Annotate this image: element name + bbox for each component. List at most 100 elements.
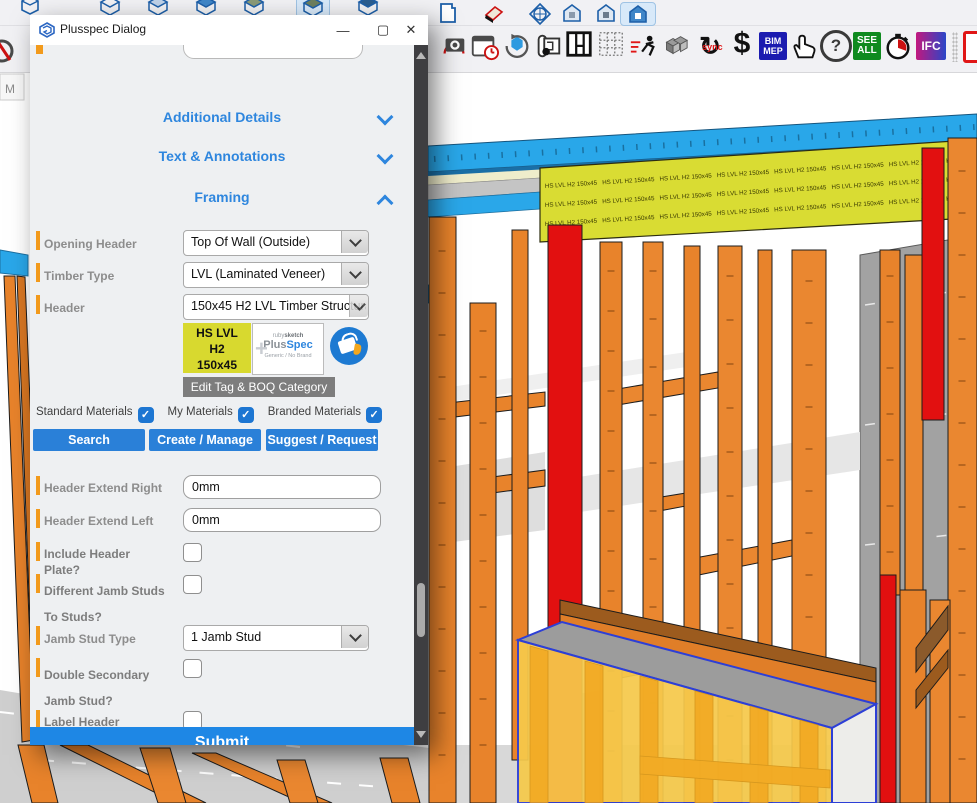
- section-tool-button[interactable]: [238, 0, 270, 16]
- sync-arrows-icon: ↻sync: [699, 31, 721, 62]
- shell-tool-button[interactable]: [590, 2, 622, 24]
- standard-materials-checkbox[interactable]: [138, 407, 154, 423]
- floorplan-icon: [533, 31, 563, 61]
- shell-tool-button[interactable]: [556, 2, 588, 24]
- document-icon: [436, 1, 460, 25]
- dialog-scrollbar[interactable]: [414, 45, 428, 745]
- section-additional-details[interactable]: Additional Details: [30, 109, 414, 129]
- chevron-down-icon[interactable]: [379, 152, 390, 163]
- close-button[interactable]: ✕: [394, 15, 428, 45]
- chevron-down-icon: [349, 295, 368, 317]
- snapshot-tool-button[interactable]: [438, 30, 470, 62]
- material-swatch[interactable]: HS LVL H2 150x45: [183, 323, 251, 373]
- section-framing[interactable]: Framing: [30, 189, 414, 209]
- select-value: 150x45 H2 LVL Timber Structural: [191, 299, 366, 313]
- double-secondary-jamb-checkbox[interactable]: [183, 659, 202, 678]
- section-tool-button[interactable]: [94, 0, 126, 16]
- jamb-stud-type-select[interactable]: 1 Jamb Stud: [183, 625, 369, 651]
- help-tool-button[interactable]: ?: [820, 30, 852, 62]
- bim-mep-tool-button[interactable]: BIMMEP: [757, 30, 789, 62]
- timer-tool-button[interactable]: [882, 30, 914, 62]
- grid-tool-button[interactable]: [595, 28, 627, 60]
- sync-label: sync: [702, 42, 723, 52]
- eraser-tool-button[interactable]: [478, 2, 510, 24]
- field-label: Different Jamb Studs To Studs?: [44, 578, 166, 630]
- field-accent-bar: [36, 574, 40, 593]
- chevron-down-icon: [341, 263, 368, 285]
- scroll-down-icon[interactable]: [416, 731, 426, 738]
- compass-icon: [528, 2, 552, 26]
- clipboard-tool-button[interactable]: [961, 31, 977, 63]
- orbit-model-tool-button[interactable]: [501, 30, 533, 62]
- chevron-down-icon: [341, 231, 368, 253]
- field-accent-bar: [36, 231, 40, 250]
- house-icon: [560, 1, 584, 25]
- include-header-plate-checkbox[interactable]: [183, 543, 202, 562]
- timber-type-select[interactable]: LVL (Laminated Veneer): [183, 262, 369, 288]
- camera-icon: [439, 31, 469, 61]
- header-extend-right-input[interactable]: [183, 475, 381, 499]
- see-all-tool-button[interactable]: SEEALL: [851, 30, 883, 62]
- field-accent-bar: [36, 476, 40, 495]
- suggest-request-button[interactable]: Suggest / Request: [266, 429, 378, 451]
- section-tool-button[interactable]: [190, 0, 222, 16]
- sync-tool-button[interactable]: ↻sync: [694, 30, 726, 62]
- speed-tool-button[interactable]: [628, 30, 660, 62]
- select-value: 1 Jamb Stud: [191, 630, 366, 644]
- solid-shape-tool-button[interactable]: [14, 0, 46, 16]
- header-select[interactable]: 150x45 H2 LVL Timber Structural: [183, 294, 369, 320]
- schedule-tool-button[interactable]: [468, 30, 500, 62]
- chevron-up-icon[interactable]: [379, 193, 390, 204]
- compass-tool-button[interactable]: [524, 3, 556, 25]
- field-row: Double Secondary Jamb Stud?: [30, 657, 414, 713]
- scrollbar-thumb[interactable]: [417, 583, 425, 637]
- see-all-icon: SEEALL: [853, 32, 881, 60]
- swatch-text: 150x45: [183, 357, 251, 373]
- paint-bucket-button[interactable]: [330, 327, 368, 365]
- assemblies-tool-button[interactable]: [658, 30, 690, 62]
- cost-tool-button[interactable]: $: [726, 28, 758, 60]
- stopwatch-icon: [883, 31, 913, 61]
- section-text-annotations[interactable]: Text & Annotations: [30, 148, 414, 168]
- minimize-button[interactable]: —: [326, 15, 360, 45]
- ifc-tool-button[interactable]: IFC: [915, 30, 947, 62]
- scrolled-input[interactable]: [183, 45, 363, 59]
- field-label: Double Secondary Jamb Stud?: [44, 662, 166, 714]
- shell-tool-button-active[interactable]: [620, 2, 656, 26]
- section-tool-button[interactable]: [142, 0, 174, 16]
- document-tool-button[interactable]: [432, 2, 464, 24]
- opening-header-select[interactable]: Top Of Wall (Outside): [183, 230, 369, 256]
- plusspec-dialog-window: Plusspec Dialog — ▢ ✕ Additional Details…: [30, 15, 428, 745]
- field-accent-bar: [36, 626, 40, 645]
- filter-standard-materials: Standard Materials: [36, 406, 154, 423]
- dialog-titlebar[interactable]: Plusspec Dialog — ▢ ✕: [30, 15, 428, 46]
- window-frame-tool-button[interactable]: [563, 28, 595, 60]
- edit-tag-boq-button[interactable]: Edit Tag & BOQ Category: [183, 377, 335, 397]
- section-label: Additional Details: [163, 109, 281, 125]
- scroll-up-icon[interactable]: [416, 52, 426, 59]
- select-tool-button[interactable]: [788, 30, 820, 62]
- section-tool-button[interactable]: [352, 0, 384, 16]
- field-label: Header: [44, 300, 166, 316]
- create-manage-button[interactable]: Create / Manage: [149, 429, 261, 451]
- my-materials-checkbox[interactable]: [238, 407, 254, 423]
- header-extend-left-input[interactable]: [183, 508, 381, 532]
- field-label: Header Extend Left: [44, 513, 166, 529]
- section-label: Text & Annotations: [159, 148, 286, 164]
- red-stud: [922, 148, 944, 420]
- settings-gear-icon-fragment[interactable]: [0, 38, 14, 64]
- plan-view-tool-button[interactable]: [532, 30, 564, 62]
- field-label: Header Extend Right: [44, 480, 166, 496]
- search-button[interactable]: Search: [33, 429, 145, 451]
- material-filters: Standard Materials My Materials Branded …: [36, 406, 408, 423]
- clipboard-icon: [963, 31, 977, 63]
- window-frame-icon: [564, 29, 594, 59]
- section-label: Framing: [194, 189, 249, 205]
- branded-materials-checkbox[interactable]: [366, 407, 382, 423]
- submit-button[interactable]: Submit: [30, 727, 414, 745]
- toolbar-grip: [952, 32, 958, 62]
- calendar-clock-icon: [469, 31, 499, 61]
- chevron-down-icon[interactable]: [379, 113, 390, 124]
- different-jamb-studs-checkbox[interactable]: [183, 575, 202, 594]
- brand-logo-box[interactable]: + rubysketch PlusSpec Generic / No Brand: [252, 323, 324, 375]
